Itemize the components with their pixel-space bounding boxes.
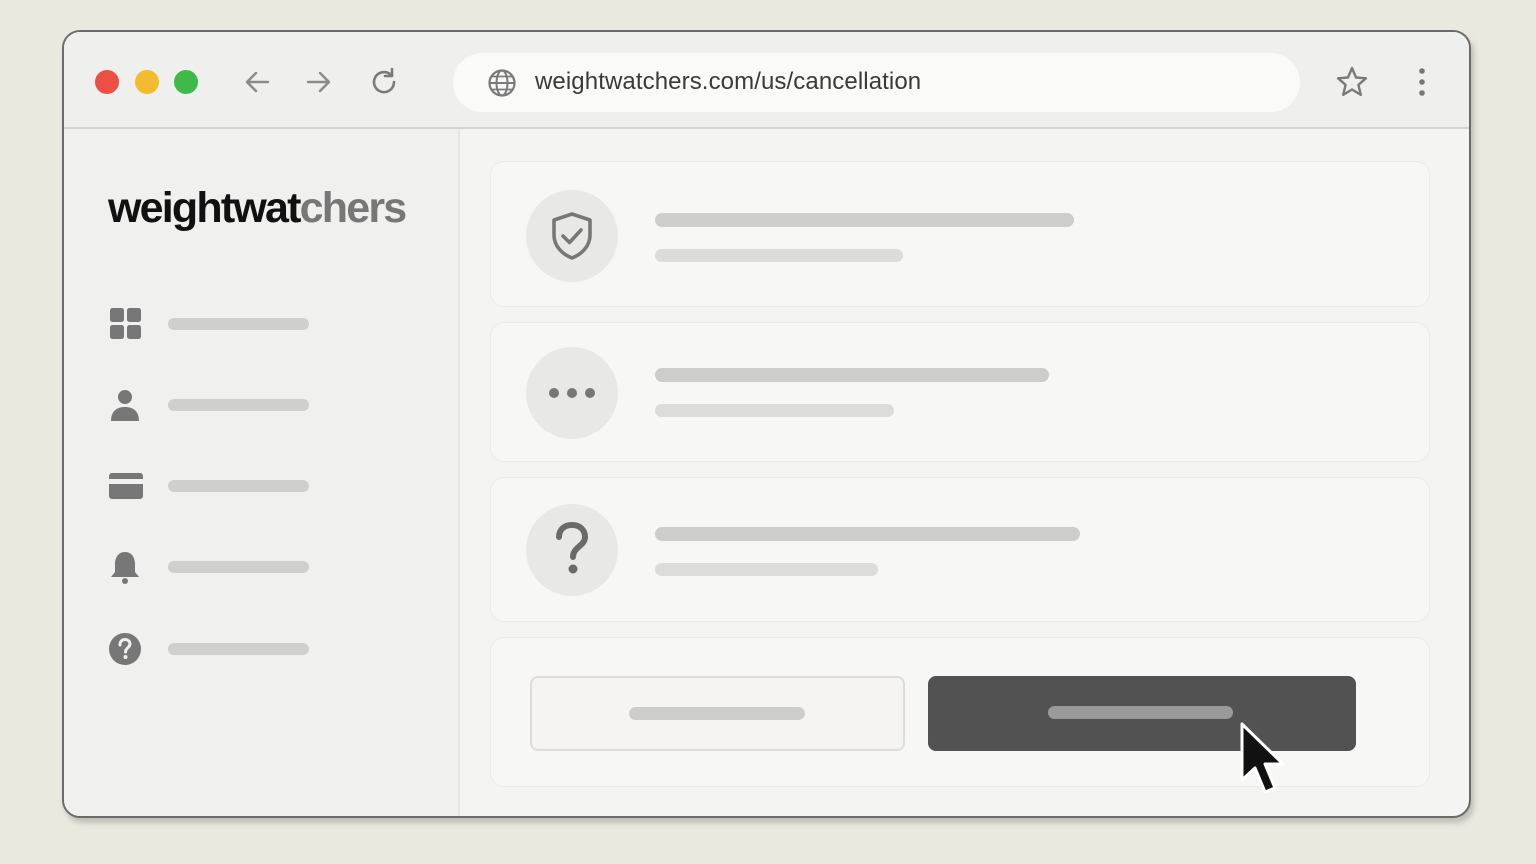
address-bar[interactable]: weightwatchers.com/us/cancellation	[453, 53, 1300, 112]
card-title-placeholder	[655, 368, 1049, 382]
arrow-right-icon	[306, 71, 331, 93]
globe-icon	[488, 69, 516, 97]
sidebar-item-billing[interactable]	[108, 466, 318, 506]
card-subtitle-placeholder	[655, 563, 878, 576]
action-card	[490, 637, 1430, 787]
info-card-protection[interactable]	[490, 161, 1430, 307]
browser-window: weightwatchers.com/us/cancellation weigh…	[62, 30, 1471, 818]
info-card-help[interactable]	[490, 477, 1430, 622]
card-title-placeholder	[655, 213, 1074, 227]
kebab-menu-icon[interactable]	[1408, 66, 1436, 98]
url-text: weightwatchers.com/us/cancellation	[535, 68, 922, 95]
sidebar-item-label-placeholder	[168, 643, 309, 655]
weightwatchers-logo[interactable]: weightwatchers	[108, 184, 408, 233]
card-title-placeholder	[655, 527, 1080, 541]
mouse-cursor-icon	[1240, 722, 1285, 794]
arrow-left-icon	[245, 71, 270, 93]
user-icon	[111, 390, 139, 421]
back-button[interactable]	[242, 66, 274, 98]
grid-icon	[110, 308, 141, 339]
maximize-window-button[interactable]	[174, 70, 198, 94]
reload-icon	[372, 67, 396, 94]
shield-check-icon	[552, 212, 592, 260]
secondary-button[interactable]	[530, 676, 905, 751]
card-icon-circle	[526, 504, 618, 596]
sidebar-item-dashboard[interactable]	[108, 304, 318, 344]
browser-toolbar: weightwatchers.com/us/cancellation	[64, 32, 1469, 129]
sidebar-item-label-placeholder	[168, 480, 309, 492]
primary-button[interactable]	[928, 676, 1356, 751]
sidebar: weightwatchers	[64, 129, 460, 816]
logo-secondary-text: chers	[299, 184, 408, 232]
minimize-window-button[interactable]	[135, 70, 159, 94]
help-circle-icon	[109, 633, 141, 665]
card-subtitle-placeholder	[655, 404, 894, 417]
card-subtitle-placeholder	[655, 249, 903, 262]
info-card-more[interactable]	[490, 322, 1430, 462]
sidebar-item-label-placeholder	[168, 318, 309, 330]
sidebar-item-label-placeholder	[168, 561, 309, 573]
primary-button-label-placeholder	[1048, 706, 1233, 719]
sidebar-item-label-placeholder	[168, 399, 309, 411]
reload-button[interactable]	[368, 66, 400, 98]
sidebar-item-profile[interactable]	[108, 385, 318, 425]
sidebar-item-help[interactable]	[108, 629, 318, 669]
bell-icon	[111, 552, 139, 584]
star-icon[interactable]	[1334, 64, 1370, 100]
question-mark-icon	[556, 522, 589, 574]
credit-card-icon	[109, 473, 143, 499]
secondary-button-label-placeholder	[629, 707, 805, 720]
card-icon-circle	[526, 190, 618, 282]
sidebar-item-notifications[interactable]	[108, 547, 318, 587]
logo-primary-text: weightwat	[108, 184, 301, 232]
forward-button[interactable]	[302, 66, 334, 98]
more-horizontal-icon	[549, 388, 595, 398]
close-window-button[interactable]	[95, 70, 119, 94]
card-icon-circle	[526, 347, 618, 439]
